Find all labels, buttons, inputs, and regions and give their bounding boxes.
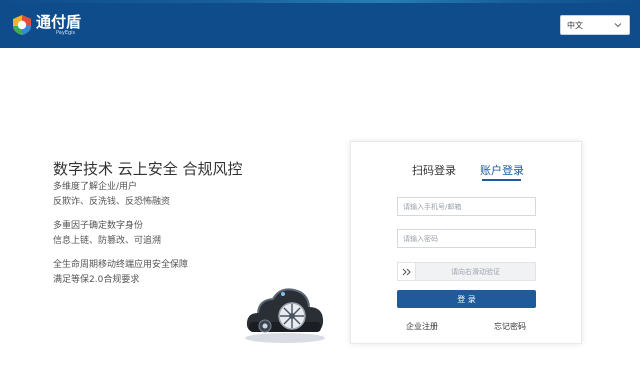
login-button[interactable]: 登 录 bbox=[397, 290, 536, 308]
intro-paragraph: 多重因子确定数字身份 信息上链、防篡改、可追溯 bbox=[53, 219, 161, 249]
password-input[interactable] bbox=[397, 229, 536, 248]
slider-hint: 请向右滑动验证 bbox=[451, 267, 500, 276]
intro-line: 全生命周期移动终端应用安全保障 bbox=[53, 260, 189, 270]
tab-account-login[interactable]: 账户登录 bbox=[480, 162, 524, 178]
logo-title: 通付盾 bbox=[36, 12, 82, 31]
double-chevron-right-icon bbox=[402, 268, 411, 275]
tab-qr-login[interactable]: 扫码登录 bbox=[412, 162, 456, 178]
top-bar: 通付盾 PayEgis 中文 bbox=[0, 0, 640, 48]
language-value: 中文 bbox=[567, 20, 583, 30]
forgot-password-link[interactable]: 忘记密码 bbox=[494, 321, 526, 332]
register-link[interactable]: 企业注册 bbox=[406, 321, 438, 332]
intro-headline: 数字技术 云上安全 合规风控 bbox=[53, 160, 243, 178]
intro-line: 多重因子确定数字身份 bbox=[53, 221, 144, 231]
slider-handle[interactable] bbox=[398, 263, 416, 280]
intro-paragraph: 全生命周期移动终端应用安全保障 满足等保2.0合规要求 bbox=[53, 258, 188, 288]
logo-subtitle: PayEgis bbox=[56, 29, 76, 36]
intro-line: 反欺诈、反洗钱、反恐怖融资 bbox=[53, 197, 171, 207]
intro-line: 多维度了解企业/用户 bbox=[53, 182, 138, 192]
cloud-lock-icon bbox=[245, 288, 325, 343]
page: 通付盾 PayEgis 中文 数字技术 云上安全 合规风控 多维度了解企业/用户… bbox=[0, 0, 640, 385]
chevron-down-icon bbox=[614, 23, 622, 28]
intro-line: 满足等保2.0合规要求 bbox=[53, 275, 140, 285]
logo[interactable]: 通付盾 PayEgis bbox=[11, 12, 81, 38]
phone-email-input[interactable] bbox=[397, 197, 536, 216]
logo-text: 通付盾 PayEgis bbox=[36, 12, 82, 36]
slide-verify: 请向右滑动验证 bbox=[397, 262, 536, 281]
intro-line: 信息上链、防篡改、可追溯 bbox=[53, 236, 162, 246]
intro-paragraph: 多维度了解企业/用户 反欺诈、反洗钱、反恐怖融资 bbox=[53, 180, 170, 210]
login-card: 扫码登录 账户登录 请向右滑动验证 登 录 企业注册 忘记密码 bbox=[350, 141, 582, 344]
active-tab-indicator bbox=[482, 179, 521, 181]
header-glow bbox=[0, 0, 640, 3]
language-select[interactable]: 中文 bbox=[560, 15, 630, 35]
logo-mark-icon bbox=[13, 15, 31, 35]
